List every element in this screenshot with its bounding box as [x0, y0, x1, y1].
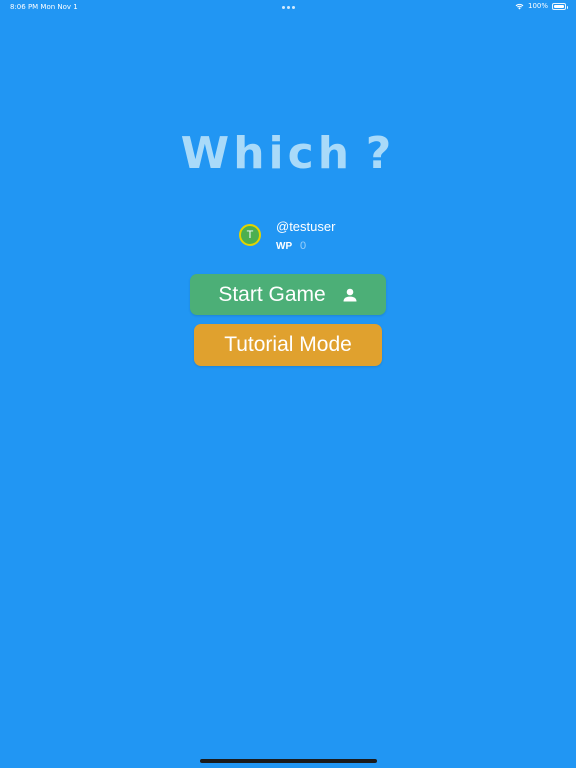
- home-indicator[interactable]: [200, 759, 377, 763]
- start-game-label: Start Game: [218, 282, 326, 306]
- battery-icon: [552, 2, 568, 10]
- battery-percentage: 100%: [527, 2, 548, 10]
- start-game-button[interactable]: Start Game: [190, 274, 386, 315]
- wp-label: WP: [276, 241, 293, 252]
- person-icon: [342, 287, 358, 303]
- status-bar: 8:06 PM Mon Nov 1 100%: [0, 0, 576, 14]
- wp-value: 0: [300, 240, 307, 252]
- username-label: @testuser: [276, 219, 336, 234]
- tutorial-mode-button[interactable]: Tutorial Mode: [194, 324, 382, 366]
- tutorial-mode-label: Tutorial Mode: [224, 333, 352, 356]
- multitasking-dots-icon[interactable]: [282, 6, 295, 9]
- app-title: Which ?: [180, 128, 396, 179]
- avatar[interactable]: T: [239, 224, 261, 246]
- status-indicators: 100%: [515, 2, 568, 10]
- wifi-icon: [515, 3, 524, 10]
- status-time-date: 8:06 PM Mon Nov 1: [10, 3, 78, 11]
- user-profile[interactable]: T @testuser WP 0: [239, 219, 359, 259]
